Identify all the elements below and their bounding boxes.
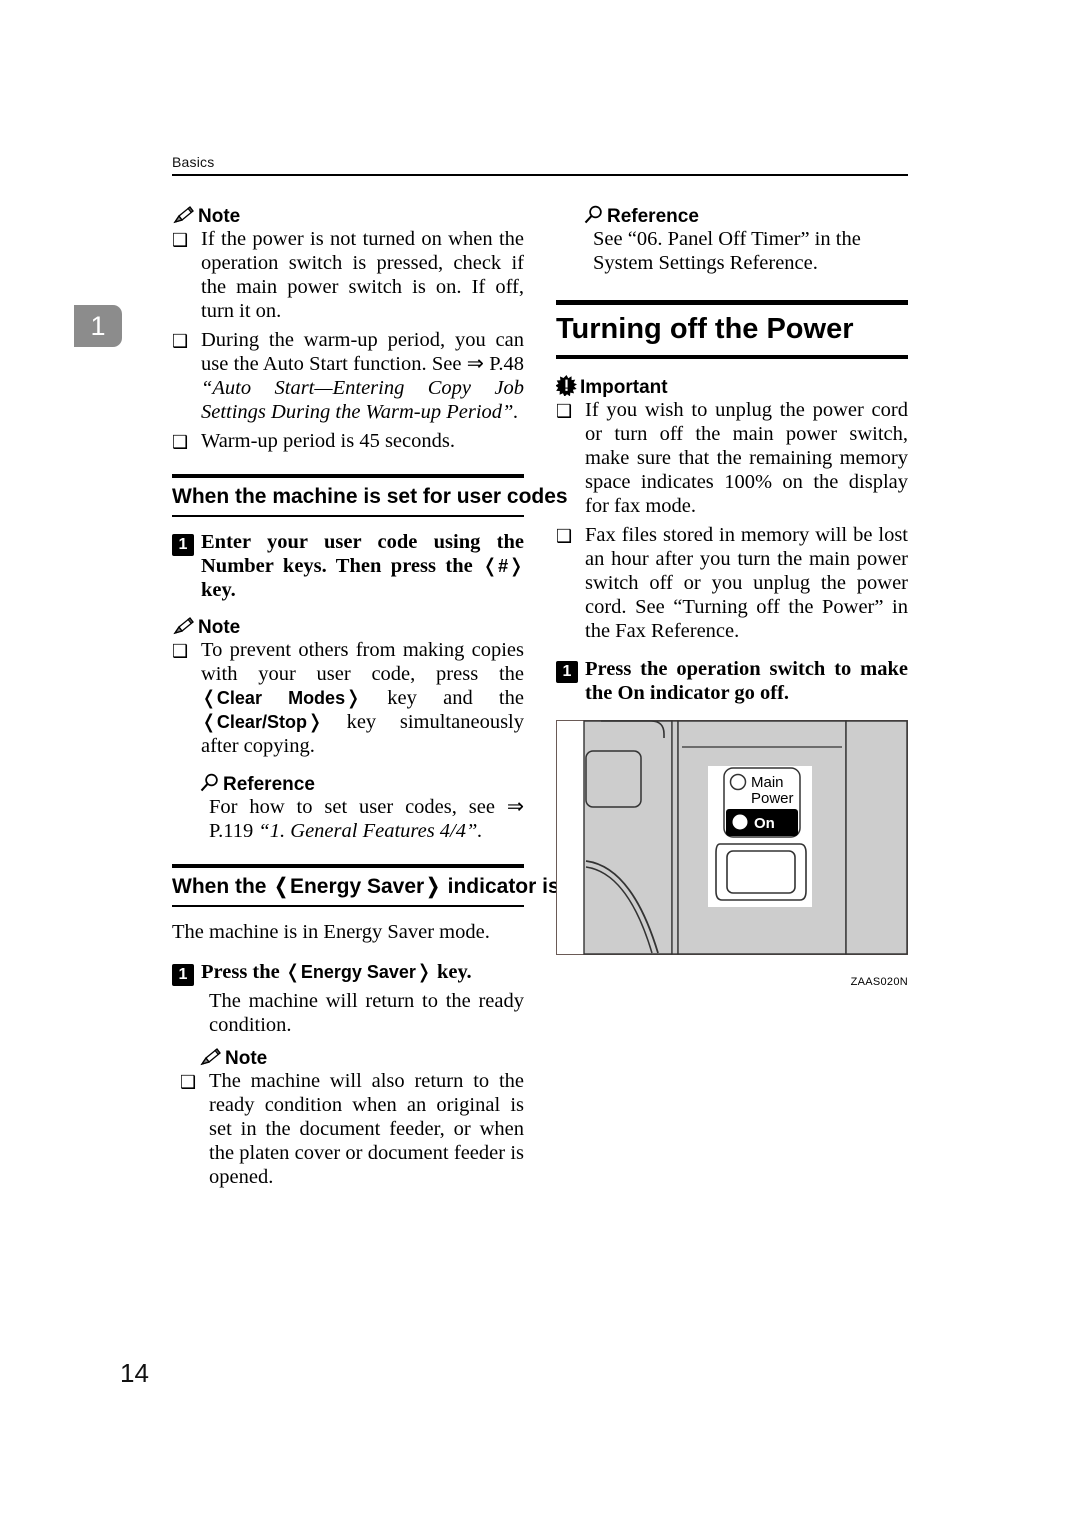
step-badge: 1 [172, 533, 194, 556]
right-column: Reference See “06. Panel Off Timer” in t… [556, 205, 908, 988]
keycap-energy-saver: ❬Energy Saver❭ [284, 960, 432, 983]
chapter-tab-number: 1 [90, 310, 106, 341]
note-bullet-text: During the warm-up period, you can use t… [201, 329, 524, 425]
note-bullet: ❑ To prevent others from making copies w… [172, 639, 524, 759]
note-bullet: ❑ If the power is not turned on when the… [172, 228, 524, 324]
figure-label-on: On [754, 815, 775, 832]
reference-label: Reference [607, 206, 699, 227]
section-title: When the machine is set for user codes [172, 484, 568, 508]
section-rule-bottom [172, 904, 524, 907]
section-rule-bottom [172, 514, 524, 517]
header-rule [172, 174, 908, 177]
step-number: 1 [172, 531, 201, 603]
box-bullet-icon: ❑ [556, 400, 573, 422]
keycap-hash: ❬#❭ [482, 554, 524, 577]
step-text: Press the operation switch to make the O… [585, 657, 908, 704]
step-text-part-2: key. [201, 578, 236, 601]
main-rule-bottom [556, 354, 908, 359]
main-heading-title: Turning off the Power [556, 312, 854, 345]
note-bullet-text: To prevent others from making copies wit… [201, 639, 524, 759]
step-text-part-1: Enter your user code using the Number ke… [201, 530, 524, 577]
step-text: Enter your user code using the Number ke… [201, 531, 524, 603]
box-bullet-icon: ❑ [556, 525, 573, 547]
reference-heading: Reference [199, 773, 524, 795]
note-bullet: ❑ The machine will also return to the re… [180, 1070, 524, 1190]
running-header-label: Basics [172, 154, 215, 170]
important-starburst-icon [556, 374, 577, 396]
note-bullet-text: Warm-up period is 45 seconds. [201, 429, 455, 452]
note-bullet-text: If the power is not turned on when the o… [201, 228, 524, 322]
step-badge: 1 [172, 963, 194, 986]
section-heading-energy-saver: When the ❬Energy Saver❭ indicator is lit [172, 863, 584, 907]
chapter-tab: 1 [74, 305, 122, 347]
reference-label: Reference [223, 773, 315, 795]
section-heading-user-codes: When the machine is set for user codes [172, 473, 568, 517]
important-bullet-text: If you wish to unplug the power cord or … [585, 398, 908, 517]
magnifier-icon [199, 773, 220, 793]
figure-label-power: Power [751, 790, 794, 807]
step-number: 1 [556, 658, 585, 706]
note-bullet-text: The machine will also return to the read… [209, 1069, 524, 1188]
note-label: Note [225, 1047, 268, 1069]
note-label: Note [198, 616, 241, 638]
box-bullet-icon: ❑ [172, 431, 189, 453]
section-title: When the ❬Energy Saver❭ indicator is lit [172, 868, 584, 905]
keycap-energy-saver: ❬Energy Saver❭ [272, 874, 442, 898]
figure-caption: ZAAS020N [850, 975, 908, 988]
step-text-part-1: Press the [201, 960, 285, 983]
reference-text: See “06. Panel Off Timer” in the System … [593, 228, 861, 274]
reference-heading: Reference [583, 205, 908, 227]
box-bullet-icon: ❑ [172, 330, 189, 352]
note-label: Note [198, 206, 241, 227]
energy-saver-intro: The machine is in Energy Saver mode. [172, 920, 490, 943]
keycap-clear-stop: ❬Clear/Stop❭ [201, 710, 323, 733]
box-bullet-icon: ❑ [180, 1071, 197, 1093]
pencil-icon [172, 205, 195, 225]
running-header: Basics [172, 154, 908, 177]
step-item: 1 Press the operation switch to make the… [556, 658, 908, 706]
box-bullet-icon: ❑ [172, 230, 189, 251]
note-bullet: ❑ During the warm-up period, you can use… [172, 329, 524, 425]
note-bullet-text-italic: “Auto Start—Entering Copy Job Settings D… [201, 376, 524, 423]
step-body-text: The machine will return to the ready con… [209, 989, 524, 1036]
important-bullet-text: Fax files stored in memory will be lost … [585, 523, 908, 642]
keycap-clear-modes: ❬Clear Modes❭ [201, 686, 361, 709]
main-power-switch-illustration: Main Power On ZAAS020N [556, 719, 908, 988]
left-column: Note ❑ If the power is not turned on whe… [172, 205, 584, 1195]
step-number: 1 [172, 961, 201, 986]
step-item: 1 Enter your user code using the Number … [172, 531, 524, 603]
main-heading: Turning off the Power [556, 299, 908, 359]
pencil-icon [199, 1047, 222, 1067]
note-heading: Note [199, 1047, 524, 1069]
figure-label-main: Main [751, 774, 784, 791]
note-bullet-text-plain: During the warm-up period, you can use t… [201, 328, 524, 375]
pencil-icon [172, 616, 195, 636]
note-text-part-1: To prevent others from making copies wit… [201, 638, 524, 685]
box-bullet-icon: ❑ [172, 640, 189, 662]
important-heading: Important [556, 374, 908, 398]
important-bullet: ❑ If you wish to unplug the power cord o… [556, 399, 908, 519]
figure-svg: Main Power On [556, 719, 908, 955]
magnifier-icon [583, 205, 604, 225]
page-number: 14 [120, 1358, 149, 1388]
note-bullet: ❑ Warm-up period is 45 seconds. [172, 430, 524, 454]
note-heading: Note [172, 616, 524, 638]
note-text-part-2: key and the [361, 686, 524, 709]
step-item: 1 Press the ❬Energy Saver❭ key. [172, 961, 524, 986]
step-text-part-2: key. [431, 960, 472, 983]
reference-text: For how to set user codes, see ⇒ P.119 “… [209, 796, 524, 844]
step-badge: 1 [556, 660, 578, 683]
manual-page: Basics 1 Note ❑ If the power is not turn… [0, 0, 1080, 1525]
important-bullet: ❑ Fax files stored in memory will be los… [556, 524, 908, 644]
reference-text-italic: “1. General Features 4/4”. [258, 819, 483, 842]
section-title-part-1: When the [172, 874, 273, 898]
step-text: Press the ❬Energy Saver❭ key. [201, 961, 524, 986]
important-label: Important [580, 376, 668, 398]
note-heading: Note [172, 205, 524, 227]
